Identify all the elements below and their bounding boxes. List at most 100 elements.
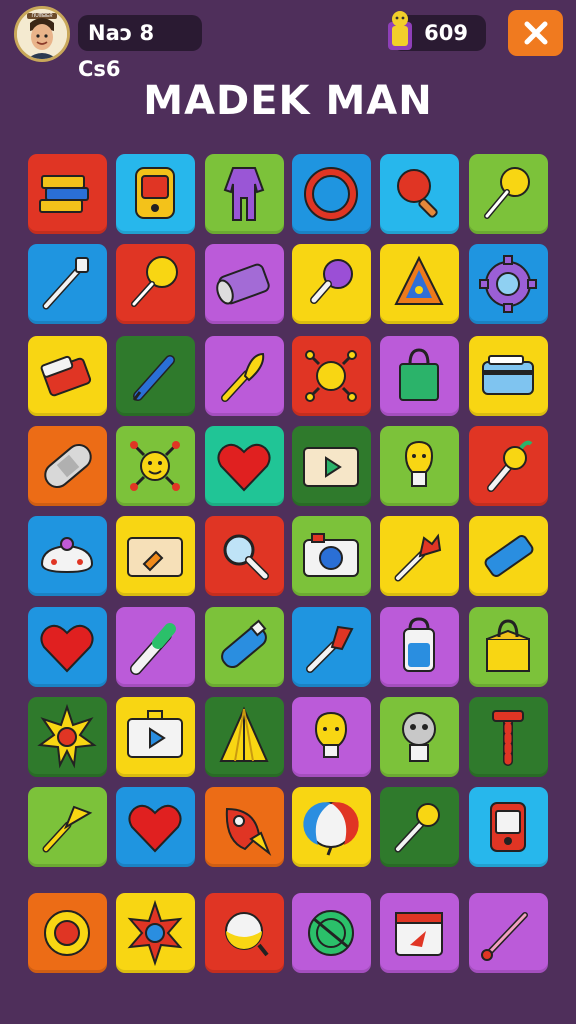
item-tile[interactable] xyxy=(28,154,107,234)
item-tile[interactable] xyxy=(380,697,459,777)
ping-pong-paddle-icon xyxy=(397,169,438,218)
item-tile[interactable] xyxy=(469,516,548,596)
item-tile[interactable] xyxy=(28,607,107,687)
item-tile[interactable] xyxy=(205,244,284,324)
item-tile[interactable] xyxy=(380,336,459,416)
shopping-bag-icon xyxy=(399,348,439,401)
rocket-icon xyxy=(225,807,272,857)
item-tile[interactable] xyxy=(292,336,371,416)
phone-icon xyxy=(490,802,526,852)
item-tile[interactable] xyxy=(28,697,107,777)
item-tile[interactable] xyxy=(116,893,195,973)
item-tile[interactable] xyxy=(28,787,107,867)
life-ring-icon xyxy=(44,910,90,956)
item-tile[interactable] xyxy=(292,426,371,506)
item-tile[interactable] xyxy=(380,893,459,973)
magnifier-icon xyxy=(223,534,269,580)
item-tile[interactable] xyxy=(28,336,107,416)
lollipop-icon xyxy=(131,256,178,307)
sun-icon xyxy=(37,703,97,769)
item-tile[interactable] xyxy=(116,244,195,324)
cotton-swab-icon xyxy=(394,803,440,853)
item-tile[interactable] xyxy=(469,607,548,687)
item-tile[interactable] xyxy=(469,336,548,416)
ring-icon xyxy=(304,167,358,221)
item-tile[interactable] xyxy=(205,607,284,687)
heart-icon xyxy=(128,804,182,853)
item-tile[interactable] xyxy=(380,154,459,234)
item-tile[interactable] xyxy=(205,426,284,506)
jumpsuit-icon xyxy=(223,167,265,221)
warning-cone-icon xyxy=(394,255,444,305)
robot-bulb-icon xyxy=(404,440,434,487)
candy-cane-icon xyxy=(492,710,524,766)
bug-face-icon xyxy=(130,441,180,491)
beach-ball-icon xyxy=(303,802,359,856)
item-tile[interactable] xyxy=(292,697,371,777)
video-player-icon xyxy=(303,447,359,487)
virus-icon xyxy=(305,350,357,402)
flower-wand-icon xyxy=(394,533,442,582)
item-tile[interactable] xyxy=(292,787,371,867)
item-tile[interactable] xyxy=(292,154,371,234)
spaceship-icon xyxy=(40,537,94,574)
item-tile[interactable] xyxy=(292,607,371,687)
item-tile[interactable] xyxy=(469,697,548,777)
star-face-icon xyxy=(127,899,183,967)
pen-icon xyxy=(132,355,175,401)
item-tile[interactable] xyxy=(469,426,548,506)
item-tile[interactable] xyxy=(28,426,107,506)
item-tile[interactable] xyxy=(380,244,459,324)
item-tile[interactable] xyxy=(469,154,548,234)
maraca-icon xyxy=(310,259,353,304)
item-tile[interactable] xyxy=(469,787,548,867)
heart-icon xyxy=(40,624,94,673)
robot-head-icon xyxy=(402,712,436,762)
item-tile[interactable] xyxy=(292,893,371,973)
item-tile[interactable] xyxy=(205,336,284,416)
item-tile[interactable] xyxy=(380,516,459,596)
item-tile[interactable] xyxy=(205,787,284,867)
torch-icon xyxy=(487,440,533,492)
item-tile[interactable] xyxy=(28,893,107,973)
item-tile[interactable] xyxy=(469,893,548,973)
item-tile[interactable] xyxy=(380,787,459,867)
item-tile[interactable] xyxy=(116,787,195,867)
gear-icon xyxy=(479,255,537,313)
box-bag-icon xyxy=(486,619,530,672)
item-tile[interactable] xyxy=(205,516,284,596)
film-roll-icon xyxy=(216,263,270,305)
trumpet-icon xyxy=(42,805,93,853)
wallet-icon xyxy=(482,355,534,395)
item-tile[interactable] xyxy=(116,154,195,234)
item-grid xyxy=(0,0,576,1024)
item-tile[interactable] xyxy=(116,607,195,687)
item-tile[interactable] xyxy=(116,516,195,596)
toothbrush-icon xyxy=(42,257,89,310)
toothpaste-icon xyxy=(221,619,267,669)
tube-icon xyxy=(484,535,534,577)
camera-icon xyxy=(303,533,359,577)
play-screen-icon xyxy=(127,710,183,758)
item-tile[interactable] xyxy=(380,426,459,506)
tent-icon xyxy=(219,706,269,762)
item-tile[interactable] xyxy=(292,516,371,596)
item-tile[interactable] xyxy=(116,336,195,416)
calendar-icon xyxy=(395,912,443,956)
item-tile[interactable] xyxy=(28,516,107,596)
item-tile[interactable] xyxy=(292,244,371,324)
handheld-device-icon xyxy=(135,167,175,219)
item-tile[interactable] xyxy=(380,607,459,687)
item-tile[interactable] xyxy=(469,244,548,324)
paint-brush-icon xyxy=(221,352,265,402)
bandage-icon xyxy=(44,444,92,488)
marker-icon xyxy=(130,623,176,675)
item-tile[interactable] xyxy=(205,154,284,234)
item-tile[interactable] xyxy=(28,244,107,324)
item-tile[interactable] xyxy=(205,697,284,777)
heart-icon xyxy=(217,443,271,492)
item-tile[interactable] xyxy=(116,697,195,777)
item-tile[interactable] xyxy=(116,426,195,506)
item-tile[interactable] xyxy=(205,893,284,973)
brush-icon xyxy=(306,625,354,673)
